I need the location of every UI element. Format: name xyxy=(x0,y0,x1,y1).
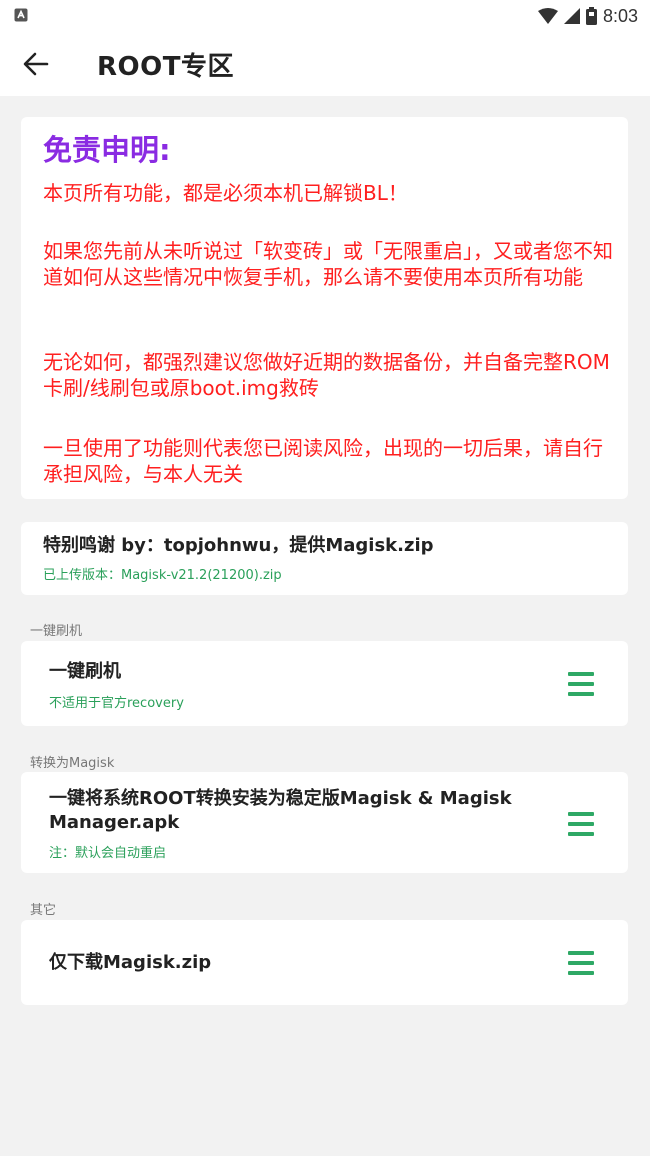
menu-icon[interactable] xyxy=(568,951,594,975)
section-label-magisk: 转换为Magisk xyxy=(30,756,115,771)
section-label-flash: 一键刷机 xyxy=(30,624,83,639)
row-title: 一键将系统ROOT转换安装为稳定版Magisk & Magisk Manager… xyxy=(49,788,512,833)
section-label-other: 其它 xyxy=(30,903,57,918)
status-time: 8:03 xyxy=(602,5,638,26)
thanks-title: 特别鸣谢 by：topjohnwu，提供Magisk.zip xyxy=(43,535,434,556)
disclaimer-paragraph: 本页所有功能，都是必须本机已解锁BL！ xyxy=(43,181,408,205)
arrow-left-icon xyxy=(23,52,49,76)
row-subtitle: 注：默认会自动重启 xyxy=(49,846,167,861)
row-title: 一键刷机 xyxy=(49,661,121,682)
wifi-icon xyxy=(537,8,558,24)
download-magisk-item[interactable]: 仅下载Magisk.zip xyxy=(21,920,628,1005)
row-subtitle: 不适用于官方recovery xyxy=(49,696,184,711)
notification-icon xyxy=(14,8,28,22)
back-button[interactable] xyxy=(14,42,58,86)
thanks-card: 特别鸣谢 by：topjohnwu，提供Magisk.zip 已上传版本：Mag… xyxy=(21,522,628,595)
battery-icon xyxy=(585,7,597,25)
status-bar: 8:03 xyxy=(0,0,650,32)
disclaimer-paragraph: 一旦使用了功能则代表您已阅读风险，出现的一切后果，请自行承担风险，与本人无关 xyxy=(43,436,603,486)
disclaimer-paragraph: 如果您先前从未听说过「软变砖」或「无限重启」，又或者您不知道如何从这些情况中恢复… xyxy=(43,239,613,289)
page-title: ROOT专区 xyxy=(97,52,234,82)
app-bar: ROOT专区 xyxy=(0,32,650,96)
disclaimer-paragraph: 无论如何，都强烈建议您做好近期的数据备份，并自备完整ROM卡刷/线刷包或原boo… xyxy=(43,350,610,400)
disclaimer-card: 免责申明: 本页所有功能，都是必须本机已解锁BL！ 如果您先前从未听说过「软变砖… xyxy=(21,117,628,499)
signal-icon xyxy=(563,8,580,24)
uploaded-version: 已上传版本：Magisk-v21.2(21200).zip xyxy=(43,568,282,583)
menu-icon[interactable] xyxy=(568,812,594,836)
disclaimer-heading: 免责申明: xyxy=(43,133,171,167)
convert-to-magisk-item[interactable]: 一键将系统ROOT转换安装为稳定版Magisk & Magisk Manager… xyxy=(21,772,628,873)
row-title: 仅下载Magisk.zip xyxy=(49,952,212,973)
menu-icon[interactable] xyxy=(568,672,594,696)
one-key-flash-item[interactable]: 一键刷机 不适用于官方recovery xyxy=(21,641,628,726)
